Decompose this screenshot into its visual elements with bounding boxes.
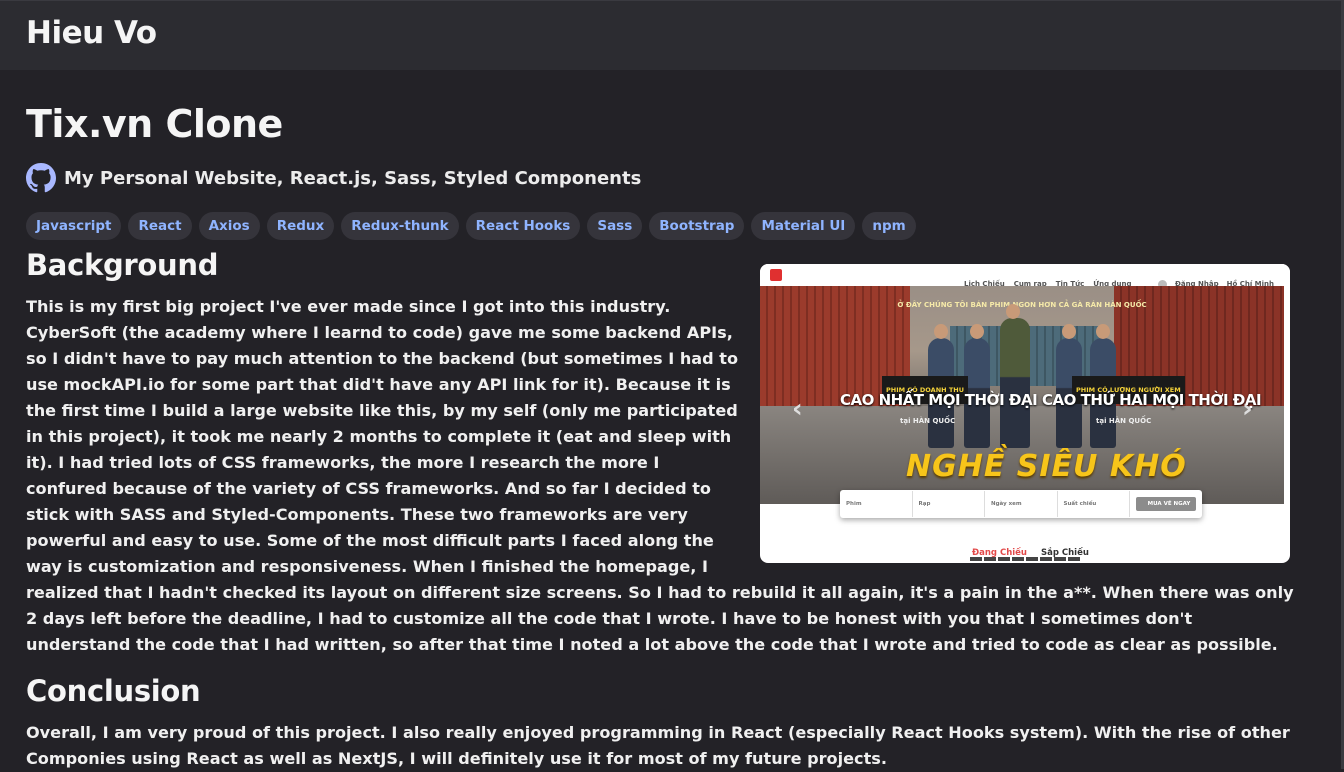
tag-axios[interactable]: Axios — [198, 212, 260, 240]
hero-sub-right: tại HÀN QUỐC — [1096, 417, 1152, 425]
tech-tags: Javascript React Axios Redux Redux-thunk… — [26, 212, 916, 240]
hero-sub-left: tại HÀN QUỐC — [900, 417, 956, 425]
thumbnail — [1012, 557, 1024, 561]
tix-logo-icon — [770, 269, 782, 281]
github-icon[interactable] — [26, 163, 56, 193]
tag-redux[interactable]: Redux — [266, 212, 335, 240]
thumbnail — [1026, 557, 1038, 561]
background-heading: Background — [26, 248, 219, 282]
hero-tagline: Ở ĐÂY CHÚNG TÔI BÁN PHIM NGON HƠN CẢ GÀ … — [897, 301, 1147, 309]
tag-react-hooks[interactable]: React Hooks — [465, 212, 581, 240]
tag-material-ui[interactable]: Material UI — [751, 212, 856, 240]
top-navbar: Hieu Vo — [0, 0, 1344, 70]
tag-bootstrap[interactable]: Bootstrap — [649, 212, 745, 240]
actor-figure — [1000, 304, 1030, 448]
page-title: Tix.vn Clone — [26, 102, 283, 146]
thumbnail — [1040, 557, 1052, 561]
thumbnail — [984, 557, 996, 561]
tag-javascript[interactable]: Javascript — [26, 212, 122, 240]
tag-npm[interactable]: npm — [862, 212, 916, 240]
thumbnail — [1054, 557, 1066, 561]
thumbnail — [970, 557, 982, 561]
movie-thumbnails — [970, 557, 1080, 561]
tag-sass[interactable]: Sass — [587, 212, 643, 240]
showtime-select: Suất chiếu — [1058, 491, 1130, 517]
tag-redux-thunk[interactable]: Redux-thunk — [341, 212, 459, 240]
thumbnail — [1068, 557, 1080, 561]
buy-ticket-button: MUA VÉ NGAY — [1136, 497, 1196, 511]
thumbnail — [998, 557, 1010, 561]
site-brand[interactable]: Hieu Vo — [26, 15, 157, 51]
tag-react[interactable]: React — [128, 212, 192, 240]
hero-banner: Ở ĐÂY CHÚNG TÔI BÁN PHIM NGON HƠN CẢ GÀ … — [760, 286, 1284, 504]
movie-select: Phim — [840, 491, 913, 517]
carousel-prev-icon: ‹ — [792, 394, 803, 424]
screenshot-navbar: Lịch Chiếu Cụm rạp Tin Tức Ứng dụng Đăng… — [760, 264, 1290, 289]
date-select: Ngày xem — [985, 491, 1058, 517]
hero-line-right: CAO THỨ HAI MỌI THỜI ĐẠI — [1042, 391, 1262, 409]
project-subtitle-row: My Personal Website, React.js, Sass, Sty… — [26, 162, 641, 194]
background-section: Lịch Chiếu Cụm rạp Tin Tức Ứng dụng Đăng… — [26, 264, 1296, 658]
booking-searchbar: Phim Rạp Ngày xem Suất chiếu MUA VÉ NGAY — [840, 490, 1202, 518]
project-screenshot[interactable]: Lịch Chiếu Cụm rạp Tin Tức Ứng dụng Đăng… — [760, 264, 1290, 563]
conclusion-paragraph: Overall, I am very proud of this project… — [26, 723, 1290, 768]
conclusion-heading: Conclusion — [26, 674, 201, 708]
cinema-select: Rạp — [913, 491, 985, 517]
carousel-next-icon: › — [1242, 394, 1253, 424]
movie-title: NGHỀ SIÊU KHÓ — [906, 449, 1187, 484]
project-subtitle: My Personal Website, React.js, Sass, Sty… — [64, 167, 642, 189]
